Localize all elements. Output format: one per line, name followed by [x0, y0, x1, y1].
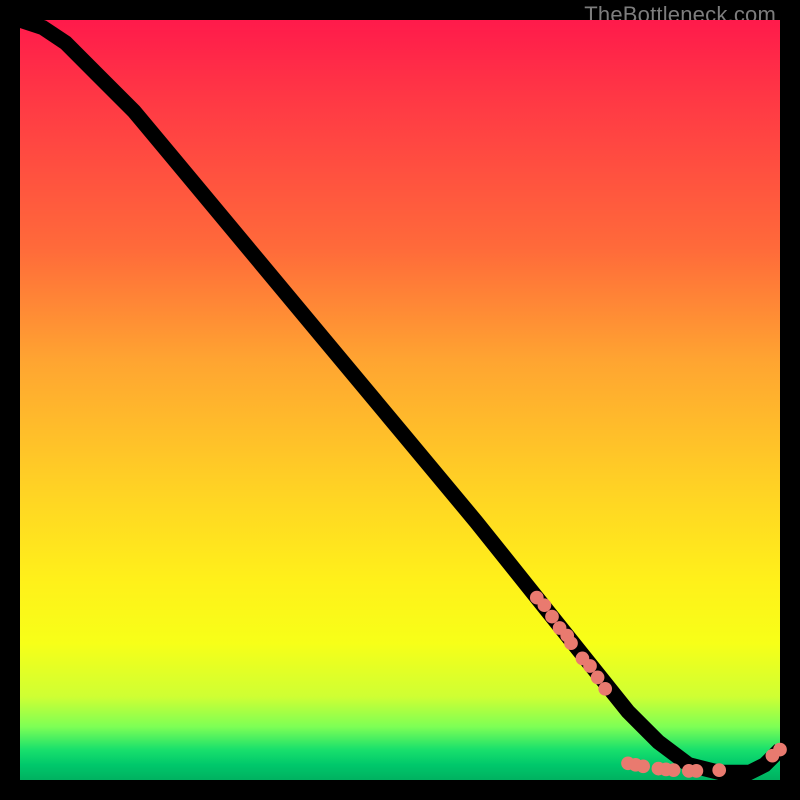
highlight-point	[545, 610, 559, 624]
highlight-point	[690, 764, 704, 778]
plot-overlay	[20, 20, 780, 780]
highlight-point	[773, 743, 787, 757]
highlight-point	[598, 682, 612, 696]
highlight-point	[564, 636, 578, 650]
highlight-point	[636, 759, 650, 773]
highlight-point	[591, 671, 605, 685]
highlight-point	[538, 598, 552, 612]
highlight-point	[712, 763, 726, 777]
chart-container: TheBottleneck.com	[0, 0, 800, 800]
highlight-point	[667, 763, 681, 777]
highlight-point	[583, 659, 597, 673]
bottleneck-curve	[20, 20, 780, 772]
